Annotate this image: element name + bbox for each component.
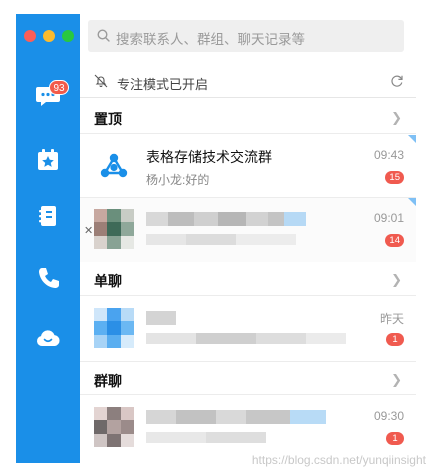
cloud-icon[interactable] — [34, 324, 62, 352]
section-header-pinned[interactable]: 置顶 ❯ — [80, 100, 416, 134]
chevron-right-icon: ❯ — [391, 272, 402, 287]
sidebar: 93 — [16, 14, 80, 463]
section-label: 置顶 — [94, 111, 122, 127]
blurred-chat-preview — [146, 234, 296, 245]
window-close-button[interactable] — [24, 30, 36, 42]
search-box[interactable]: 搜索联系人、群组、聊天记录等 — [88, 20, 404, 52]
close-icon[interactable]: ✕ — [84, 224, 93, 237]
window-minimize-button[interactable] — [43, 30, 55, 42]
chat-preview: 杨小龙:好的 — [146, 173, 210, 187]
unread-count-badge: 15 — [385, 171, 404, 184]
chat-time: 09:43 — [373, 148, 404, 162]
chat-list-panel: 搜索联系人、群组、聊天记录等 专注模式已开启 置顶 ❯ 表格存储技术交流群 杨小… — [80, 14, 416, 463]
window-maximize-button[interactable] — [62, 30, 74, 42]
watermark: https://blog.csdn.net/yunqiinsight — [251, 453, 426, 467]
blurred-chat-name — [146, 410, 326, 424]
focus-mode-bar[interactable]: 专注模式已开启 — [80, 66, 416, 98]
blurred-avatar — [94, 308, 134, 348]
unread-badge: 93 — [49, 80, 69, 95]
section-label: 单聊 — [94, 273, 122, 289]
unread-count-badge: 1 — [386, 432, 404, 445]
phone-icon[interactable] — [34, 264, 62, 292]
group-network-icon — [100, 153, 128, 178]
section-header-group[interactable]: 群聊 ❯ — [80, 361, 416, 395]
chat-item[interactable]: 昨天 1 — [80, 297, 416, 361]
refresh-icon[interactable] — [390, 74, 404, 88]
unread-count-badge: 1 — [386, 333, 404, 346]
chat-time: 昨天 — [379, 312, 404, 326]
blurred-avatar — [94, 209, 134, 249]
chevron-right-icon: ❯ — [391, 372, 402, 387]
search-icon — [97, 29, 110, 42]
blurred-chat-preview — [146, 432, 266, 443]
contacts-book-icon[interactable] — [34, 202, 62, 230]
chat-item[interactable]: 表格存储技术交流群 杨小龙:好的 09:43 15 — [80, 135, 416, 199]
search-placeholder: 搜索联系人、群组、聊天记录等 — [116, 32, 305, 47]
blurred-chat-name — [146, 311, 176, 325]
chat-item[interactable]: 09:30 1 — [80, 396, 416, 460]
app-star-icon[interactable] — [34, 146, 62, 174]
do-not-disturb-bell-icon — [94, 74, 108, 88]
blurred-chat-preview — [146, 333, 346, 344]
blurred-avatar — [94, 407, 134, 447]
chat-name: 表格存储技术交流群 — [146, 149, 272, 165]
chat-time: 09:01 — [373, 211, 404, 225]
focus-mode-text: 专注模式已开启 — [117, 77, 209, 92]
unread-count-badge: 14 — [385, 234, 404, 247]
section-label: 群聊 — [94, 373, 122, 389]
blurred-chat-name — [146, 212, 306, 226]
pinned-corner-marker — [408, 135, 416, 143]
section-header-direct[interactable]: 单聊 ❯ — [80, 262, 416, 296]
chevron-right-icon: ❯ — [391, 110, 402, 125]
chat-time: 09:30 — [373, 409, 404, 423]
pinned-corner-marker — [408, 198, 416, 206]
chat-item[interactable]: 09:01 14 — [80, 198, 416, 262]
